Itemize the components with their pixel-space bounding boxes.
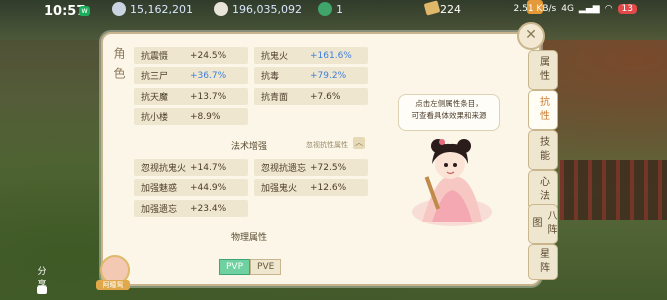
attr-name: 加强遗忘: [141, 205, 178, 215]
network-speed: 2.51 KB/s: [513, 4, 557, 14]
resource-value: 1: [336, 2, 343, 16]
resource-gold[interactable]: 196,035,092: [214, 2, 302, 16]
attr-name: 加强鬼火: [261, 184, 298, 194]
signal-icon: ▂▄▆: [578, 4, 600, 14]
pvp-button[interactable]: PVP: [219, 259, 251, 275]
attr-value: +44.9%: [190, 182, 227, 193]
avatar-label: 阿瞳鸳: [96, 280, 130, 290]
attr-value: +12.6%: [310, 182, 347, 193]
system-status: 2.51 KB/s 4G ▂▄▆ ◠ 13: [514, 4, 637, 14]
hint-bubble: 点击左侧属性条目， 可查看具体效果和来源: [398, 94, 500, 131]
tab-star-formation[interactable]: 星阵: [528, 244, 558, 280]
attr-value: +23.4%: [190, 203, 227, 214]
attr-name: 忽视抗鬼火: [141, 164, 187, 174]
battery-level: 13: [617, 4, 637, 14]
attr-row[interactable]: 抗鬼火 +161.6%: [254, 47, 368, 64]
attr-value: +24.5%: [190, 50, 227, 61]
attr-value: +14.7%: [190, 162, 227, 173]
attr-name: 抗毒: [261, 72, 280, 82]
silver-coin-icon: [112, 2, 126, 16]
attr-row[interactable]: 忽视抗遗忘 +72.5%: [254, 159, 368, 176]
attr-row[interactable]: 加强鬼火 +12.6%: [254, 179, 368, 196]
attr-name: 忽视抗遗忘: [261, 164, 307, 174]
resource-scroll[interactable]: 224: [440, 2, 461, 16]
mode-toggle: PVP PVE: [219, 259, 282, 275]
tab-skills[interactable]: 技能: [528, 130, 558, 170]
panel-side-tab[interactable]: 角色: [104, 42, 128, 92]
resource-value: 224: [440, 2, 461, 16]
attr-name: 抗青面: [261, 93, 289, 103]
section-title: 法术增强: [231, 142, 268, 152]
attr-row[interactable]: 抗三尸 +36.7%: [134, 67, 248, 84]
tab-attributes[interactable]: 属性: [528, 50, 558, 90]
attr-value: +79.2%: [310, 70, 347, 81]
attr-row[interactable]: 抗小楼 +8.9%: [134, 108, 248, 125]
attr-value: +36.7%: [190, 70, 227, 81]
attr-row[interactable]: 抗天魔 +13.7%: [134, 88, 248, 105]
resource-value: 15,162,201: [130, 2, 193, 16]
character-illustration: [412, 139, 492, 226]
section-title: 物理属性: [231, 233, 268, 243]
section-spell-enhance[interactable]: 法术增强 忽视抗性属性 ︿: [131, 137, 367, 152]
tab-resistance[interactable]: 抗性: [528, 90, 558, 130]
close-button[interactable]: ✕: [517, 22, 545, 50]
attr-value: +72.5%: [310, 162, 347, 173]
attr-row[interactable]: 加强魅惑 +44.9%: [134, 179, 248, 196]
attr-row[interactable]: 抗震慑 +24.5%: [134, 47, 248, 64]
attr-row[interactable]: 抗青面 +7.6%: [254, 88, 368, 105]
section-physical[interactable]: 物理属性: [131, 228, 367, 243]
chevron-up-icon[interactable]: ︿: [353, 137, 365, 149]
attr-row[interactable]: 抗毒 +79.2%: [254, 67, 368, 84]
attr-name: 抗鬼火: [261, 52, 289, 62]
status-bar: 10:57 w 15,162,201 196,035,092 1 224 2.5…: [0, 0, 667, 22]
network-type: 4G: [561, 4, 574, 14]
tab-eight-formation[interactable]: 八阵图: [528, 204, 558, 244]
attr-row[interactable]: 加强遗忘 +23.4%: [134, 200, 248, 217]
resource-value: 196,035,092: [232, 2, 302, 16]
attr-name: 加强魅惑: [141, 184, 178, 194]
attr-name: 抗天魔: [141, 93, 169, 103]
wechat-icon: w: [79, 6, 90, 16]
attr-value: +13.7%: [190, 91, 227, 102]
attr-name: 抗震慑: [141, 52, 169, 62]
attr-name: 抗小楼: [141, 113, 169, 123]
camera-icon[interactable]: [37, 286, 47, 294]
jade-icon: [318, 2, 332, 16]
attr-value: +7.6%: [310, 91, 341, 102]
resource-silver[interactable]: 15,162,201: [112, 2, 193, 16]
attr-value: +161.6%: [310, 50, 352, 61]
pve-button[interactable]: PVE: [250, 259, 282, 275]
gold-coin-icon: [214, 2, 228, 16]
attr-value: +8.9%: [190, 111, 221, 122]
red-railing: [560, 160, 667, 220]
resource-jade[interactable]: 1: [318, 2, 343, 16]
attr-name: 抗三尸: [141, 72, 169, 82]
scroll-icon: [423, 0, 441, 16]
section-subtitle: 忽视抗性属性: [306, 141, 348, 149]
wifi-icon: ◠: [604, 4, 613, 14]
attr-row[interactable]: 忽视抗鬼火 +14.7%: [134, 159, 248, 176]
